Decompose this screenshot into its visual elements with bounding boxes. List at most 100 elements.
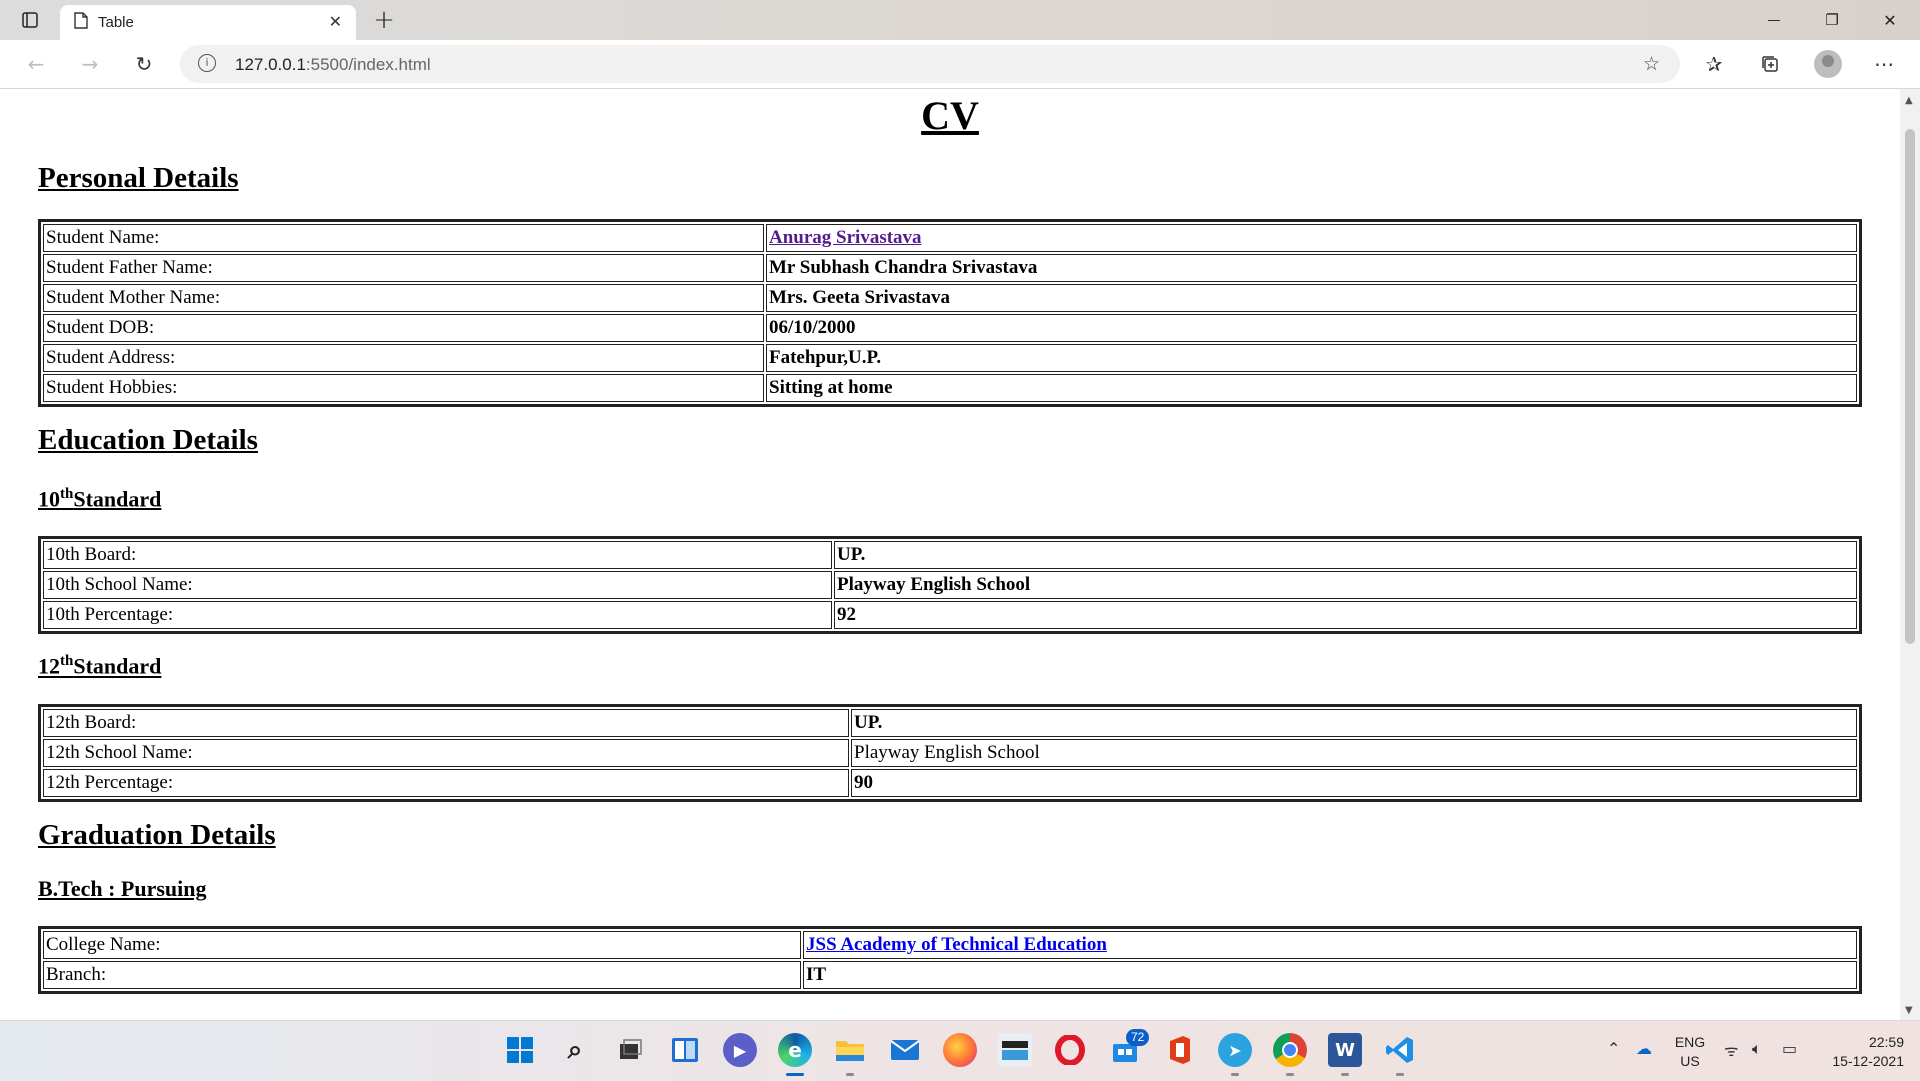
url-text[interactable]: 127.0.0.1:5500/index.html xyxy=(235,55,431,75)
btech-heading: B.Tech : Pursuing xyxy=(38,875,207,901)
row-label: Student Mother Name: xyxy=(43,284,764,312)
edge-active-indicator xyxy=(786,1073,804,1076)
row-label: 10th Percentage: xyxy=(43,601,832,630)
refresh-icon[interactable]: ↻ xyxy=(124,40,164,88)
table-row: 12th Percentage: 90 xyxy=(43,768,1857,797)
browser-tab[interactable]: Table ✕ xyxy=(60,5,356,40)
page-scrollbar[interactable]: ▲ ▼ xyxy=(1900,89,1920,1020)
word-indicator xyxy=(1341,1073,1349,1076)
office-icon[interactable] xyxy=(1163,1033,1197,1067)
minimize-button[interactable]: — xyxy=(1752,0,1796,40)
twelfth-num: 12 xyxy=(38,653,60,679)
row-value: Playway English School xyxy=(851,738,1857,767)
battery-icon[interactable]: ▭ xyxy=(1782,1039,1797,1058)
row-label: 12th Percentage: xyxy=(43,768,849,797)
region-code: US xyxy=(1680,1053,1700,1069)
tenth-sup: th xyxy=(60,486,74,502)
row-label: Student DOB: xyxy=(43,314,764,342)
close-window-button[interactable]: ✕ xyxy=(1868,0,1912,40)
telegram-icon[interactable]: ➤ xyxy=(1218,1033,1252,1067)
row-label: Student Name: xyxy=(43,224,764,252)
clock[interactable]: 22:59 15-12-2021 xyxy=(1820,1033,1904,1071)
favorites-icon[interactable]: ✰ xyxy=(1694,40,1734,88)
more-options-icon[interactable]: ⋯ xyxy=(1864,40,1904,88)
teams-chat-icon[interactable]: ▶ xyxy=(723,1033,757,1067)
date: 15-12-2021 xyxy=(1832,1053,1904,1069)
table-row: 10th Board: UP. xyxy=(43,541,1857,570)
chrome-icon[interactable] xyxy=(1273,1033,1307,1067)
collections-icon[interactable] xyxy=(1750,40,1790,88)
table-row: Student Father Name: Mr Subhash Chandra … xyxy=(43,254,1857,282)
table-row: 10th Percentage: 92 xyxy=(43,601,1857,630)
table-row: College Name: JSS Academy of Technical E… xyxy=(43,930,1857,959)
tenth-standard-heading: 10thStandard xyxy=(38,481,1862,512)
info-icon[interactable]: i xyxy=(198,54,216,72)
onedrive-cloud-icon[interactable]: ☁ xyxy=(1636,1039,1652,1058)
add-favorite-icon[interactable]: ☆ xyxy=(1643,53,1660,75)
tab-close-icon[interactable]: ✕ xyxy=(329,12,342,31)
address-bar[interactable]: i 127.0.0.1:5500/index.html ☆ xyxy=(180,45,1680,83)
page-viewport: CV Personal Details Student Name: Anurag… xyxy=(0,89,1900,1020)
wifi-icon[interactable]: ᯤ xyxy=(1724,1039,1739,1061)
edge-browser-icon[interactable]: e xyxy=(778,1033,812,1067)
row-value: Fatehpur,U.P. xyxy=(766,344,1857,372)
scroll-up-arrow-icon[interactable]: ▲ xyxy=(1905,95,1913,106)
forward-arrow-icon[interactable]: → xyxy=(70,40,110,88)
row-value: Mrs. Geeta Srivastava xyxy=(766,284,1857,312)
new-tab-button[interactable]: + xyxy=(366,0,402,40)
row-value: Mr Subhash Chandra Srivastava xyxy=(766,254,1857,282)
tab-actions-icon[interactable] xyxy=(14,0,46,40)
row-value: 92 xyxy=(834,601,1857,630)
back-arrow-icon[interactable]: ← xyxy=(16,40,56,88)
task-view-icon[interactable] xyxy=(613,1033,647,1067)
twelfth-standard-table: 12th Board: UP. 12th School Name: Playwa… xyxy=(38,703,1862,802)
row-label: 10th Board: xyxy=(43,541,832,570)
firefox-icon[interactable] xyxy=(943,1033,977,1067)
start-windows-icon[interactable] xyxy=(503,1033,537,1067)
table-row: Branch: IT xyxy=(43,960,1857,989)
student-name-link[interactable]: Anurag Srivastava xyxy=(769,227,922,248)
time: 22:59 xyxy=(1868,1034,1904,1050)
scroll-thumb[interactable] xyxy=(1905,129,1915,644)
scroll-down-arrow-icon[interactable]: ▼ xyxy=(1905,1005,1913,1016)
row-value: Playway English School xyxy=(834,571,1857,600)
college-link[interactable]: JSS Academy of Technical Education xyxy=(806,934,1107,955)
table-row: Student Name: Anurag Srivastava xyxy=(43,224,1857,252)
education-details-heading: Education Details xyxy=(38,424,258,456)
tenth-word: Standard xyxy=(73,486,162,512)
page-icon xyxy=(74,11,88,34)
profile-avatar[interactable] xyxy=(1814,50,1842,78)
opera-icon[interactable] xyxy=(1053,1033,1087,1067)
language-code: ENG xyxy=(1674,1034,1706,1050)
search-icon[interactable]: ⌕ xyxy=(558,1033,592,1067)
table-row: Student Mother Name: Mrs. Geeta Srivasta… xyxy=(43,284,1857,312)
table-row: 10th School Name: Playway English School xyxy=(43,571,1857,600)
explorer-indicator xyxy=(846,1073,854,1076)
graduation-details-heading: Graduation Details xyxy=(38,818,276,851)
restore-button[interactable]: ❐ xyxy=(1810,0,1854,40)
twelfth-word: Standard xyxy=(73,653,162,679)
table-row: 12th School Name: Playway English School xyxy=(43,738,1857,767)
row-label: College Name: xyxy=(43,930,801,959)
row-value: UP. xyxy=(851,708,1857,737)
chrome-indicator xyxy=(1286,1073,1294,1076)
row-value: UP. xyxy=(834,541,1857,570)
window-titlebar: Table ✕ + — ❐ ✕ xyxy=(0,0,1920,40)
amazon-icon[interactable] xyxy=(998,1033,1032,1067)
telegram-indicator xyxy=(1231,1073,1239,1076)
url-path: :5500/index.html xyxy=(305,55,431,74)
file-explorer-icon[interactable] xyxy=(833,1033,867,1067)
show-hidden-icons-chevron-icon[interactable]: ⌃ xyxy=(1607,1039,1620,1058)
volume-icon[interactable]: 🔈︎ xyxy=(1752,1039,1762,1059)
row-label: Branch: xyxy=(43,960,801,989)
widgets-icon[interactable] xyxy=(668,1033,702,1067)
windows-taskbar: ⌕ ▶ e 72 ➤ W ⌃ ☁ ENG US ᯤ 🔈︎ ▭ 22:59 15-… xyxy=(0,1020,1920,1081)
row-label: 12th Board: xyxy=(43,708,849,737)
vscode-icon[interactable] xyxy=(1383,1033,1417,1067)
language-indicator[interactable]: ENG US xyxy=(1672,1033,1708,1071)
row-label: Student Hobbies: xyxy=(43,374,764,402)
row-value: 06/10/2000 xyxy=(766,314,1857,342)
browser-toolbar: ← → ↻ i 127.0.0.1:5500/index.html ☆ ✰ ⋯ xyxy=(0,40,1920,89)
word-icon[interactable]: W xyxy=(1328,1033,1362,1067)
mail-icon[interactable] xyxy=(888,1033,922,1067)
